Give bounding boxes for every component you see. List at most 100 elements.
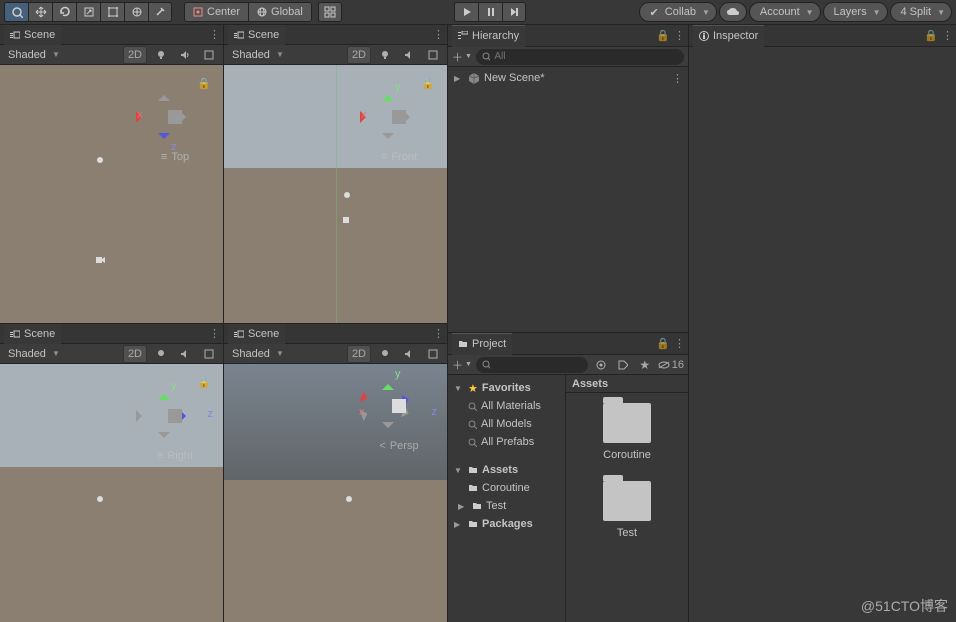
cloud-button[interactable] <box>719 2 747 22</box>
orientation-gizmo[interactable]: x y z <box>369 376 429 436</box>
scene-menu-icon[interactable]: ⋮ <box>672 72 682 85</box>
asset-folder[interactable]: Test <box>603 481 651 539</box>
2d-toggle[interactable]: 2D <box>123 46 147 64</box>
shading-dropdown[interactable]: Shaded▼ <box>4 348 64 360</box>
panel-menu-icon[interactable]: ⋮ <box>674 337 684 350</box>
lighting-toggle[interactable] <box>151 46 171 64</box>
favorites-row[interactable]: ▼★Favorites <box>448 379 565 397</box>
hierarchy-tab[interactable]: Hierarchy <box>452 25 525 47</box>
light-gizmo-icon[interactable] <box>342 190 352 200</box>
light-gizmo-icon[interactable] <box>95 494 105 504</box>
viewport-canvas[interactable]: 🔒 x z ≡Top <box>0 65 223 323</box>
play-button[interactable] <box>454 2 478 22</box>
inspector-tab[interactable]: Inspector <box>693 25 764 47</box>
2d-toggle[interactable]: 2D <box>347 345 371 363</box>
transform-tool-button[interactable] <box>124 2 148 22</box>
account-dropdown[interactable]: Account ▼ <box>749 2 821 22</box>
asset-folder[interactable]: Coroutine <box>603 403 651 461</box>
search-input[interactable] <box>494 359 582 370</box>
light-gizmo-icon[interactable] <box>344 494 354 504</box>
packages-row[interactable]: ▶Packages <box>448 515 565 533</box>
orientation-gizmo[interactable]: x z <box>145 87 205 147</box>
orientation-gizmo[interactable]: x y <box>369 87 429 147</box>
pivot-label: Center <box>207 6 240 18</box>
fx-dropdown[interactable] <box>199 46 219 64</box>
assets-row[interactable]: ▼Assets <box>448 461 565 479</box>
camera-gizmo-icon[interactable] <box>342 215 352 225</box>
camera-gizmo-icon[interactable] <box>95 255 105 265</box>
2d-toggle[interactable]: 2D <box>123 345 147 363</box>
view-label: ≡Right <box>157 450 193 462</box>
hand-tool-button[interactable] <box>4 2 28 22</box>
panel-menu-icon[interactable]: ⋮ <box>942 29 952 42</box>
create-dropdown[interactable]: ＋▼ <box>452 48 472 66</box>
create-dropdown[interactable]: ＋▼ <box>452 356 472 374</box>
filter-type-icon[interactable] <box>592 357 610 373</box>
shading-dropdown[interactable]: Shaded▼ <box>228 49 288 61</box>
audio-toggle[interactable] <box>399 46 419 64</box>
collab-dropdown[interactable]: ✔ Collab ▼ <box>639 2 717 22</box>
folder-row[interactable]: ▶Test <box>448 497 565 515</box>
hidden-count[interactable]: 16 <box>658 357 684 373</box>
panel-menu-icon[interactable]: ⋮ <box>674 29 684 42</box>
pivot-button[interactable]: Center <box>184 2 248 22</box>
pause-button[interactable] <box>478 2 502 22</box>
step-button[interactable] <box>502 2 526 22</box>
scene-viewport-top: Scene ⋮ Shaded▼ 2D 🔒 <box>0 25 223 323</box>
audio-toggle[interactable] <box>175 46 195 64</box>
shading-dropdown[interactable]: Shaded▼ <box>228 348 288 360</box>
search-input[interactable] <box>494 51 678 62</box>
favorite-item[interactable]: All Prefabs <box>448 433 565 451</box>
rect-tool-button[interactable] <box>100 2 124 22</box>
account-label: Account <box>760 6 800 18</box>
panel-menu-icon[interactable]: ⋮ <box>209 28 219 41</box>
scene-tab[interactable]: Scene <box>228 324 285 345</box>
favorite-item[interactable]: All Models <box>448 415 565 433</box>
project-breadcrumb[interactable]: Assets <box>566 375 688 393</box>
favorite-icon[interactable]: ★ <box>636 357 654 373</box>
space-button[interactable]: Global <box>248 2 312 22</box>
2d-toggle[interactable]: 2D <box>347 46 371 64</box>
fx-dropdown[interactable] <box>199 345 219 363</box>
scene-tab[interactable]: Scene <box>228 25 285 46</box>
lighting-toggle[interactable] <box>151 345 171 363</box>
scene-root-row[interactable]: ▶ New Scene* ⋮ <box>448 69 688 87</box>
lock-icon[interactable]: 🔒 <box>924 29 938 42</box>
layout-dropdown[interactable]: 4 Split ▼ <box>890 2 953 22</box>
scene-icon <box>10 329 20 339</box>
viewport-canvas[interactable]: 🔒 y z ≡Right <box>0 364 223 622</box>
snap-button[interactable] <box>318 2 342 22</box>
lighting-toggle[interactable] <box>375 46 395 64</box>
shading-dropdown[interactable]: Shaded▼ <box>4 49 64 61</box>
project-search[interactable] <box>476 357 588 373</box>
lighting-toggle[interactable] <box>375 345 395 363</box>
center-icon <box>193 7 203 17</box>
orientation-gizmo[interactable]: y z <box>145 386 205 446</box>
lock-icon[interactable]: 🔒 <box>656 337 670 350</box>
panel-menu-icon[interactable]: ⋮ <box>209 327 219 340</box>
custom-tool-button[interactable] <box>148 2 172 22</box>
expand-icon[interactable]: ▶ <box>454 74 464 83</box>
panel-menu-icon[interactable]: ⋮ <box>433 28 443 41</box>
rotate-tool-button[interactable] <box>52 2 76 22</box>
project-tab[interactable]: Project <box>452 333 512 355</box>
filter-label-icon[interactable] <box>614 357 632 373</box>
lock-icon[interactable]: 🔒 <box>656 29 670 42</box>
fx-dropdown[interactable] <box>423 46 443 64</box>
scene-tab[interactable]: Scene <box>4 25 61 46</box>
light-gizmo-icon[interactable] <box>95 155 105 165</box>
fx-dropdown[interactable] <box>423 345 443 363</box>
scene-tab-label: Scene <box>24 29 55 41</box>
folder-row[interactable]: Coroutine <box>448 479 565 497</box>
panel-menu-icon[interactable]: ⋮ <box>433 327 443 340</box>
layers-dropdown[interactable]: Layers ▼ <box>823 2 888 22</box>
scene-tab[interactable]: Scene <box>4 324 61 345</box>
viewport-canvas[interactable]: 🔒 x y ≡Front <box>224 65 447 323</box>
hierarchy-search[interactable] <box>476 49 684 65</box>
scale-tool-button[interactable] <box>76 2 100 22</box>
audio-toggle[interactable] <box>399 345 419 363</box>
viewport-canvas[interactable]: x y z <Persp <box>224 364 447 622</box>
move-tool-button[interactable] <box>28 2 52 22</box>
audio-toggle[interactable] <box>175 345 195 363</box>
favorite-item[interactable]: All Materials <box>448 397 565 415</box>
